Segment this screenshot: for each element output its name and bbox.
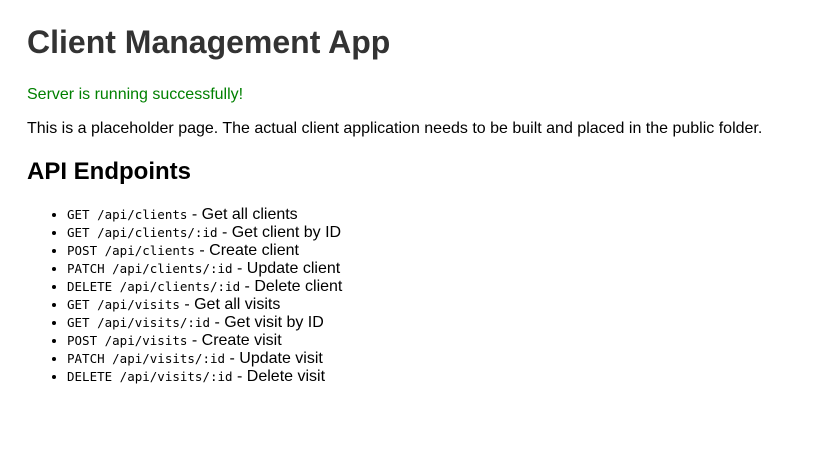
endpoint-route: DELETE /api/clients/:id <box>67 279 241 294</box>
endpoint-description: - Create client <box>194 242 299 259</box>
endpoint-description: - Update visit <box>225 350 323 367</box>
endpoint-item: DELETE /api/visits/:id - Delete visit <box>67 368 812 386</box>
api-endpoints-heading: API Endpoints <box>27 158 191 185</box>
server-status-message: Server is running successfully! <box>27 86 244 103</box>
endpoint-description: - Get visit by ID <box>210 314 324 331</box>
placeholder-description: This is a placeholder page. The actual c… <box>27 120 763 137</box>
endpoint-item: GET /api/visits - Get all visits <box>67 296 812 314</box>
endpoint-item: GET /api/clients/:id - Get client by ID <box>67 224 812 242</box>
endpoint-item: GET /api/clients - Get all clients <box>67 206 812 224</box>
endpoint-item: DELETE /api/clients/:id - Delete client <box>67 278 812 296</box>
endpoint-item: POST /api/visits - Create visit <box>67 332 812 350</box>
endpoint-description: - Get all clients <box>187 206 298 223</box>
endpoint-description: - Get client by ID <box>217 224 342 241</box>
endpoint-description: - Delete client <box>240 278 343 295</box>
endpoint-description: - Get all visits <box>179 296 281 313</box>
endpoint-description: - Create visit <box>187 332 282 349</box>
page-title: Client Management App <box>27 24 391 60</box>
endpoint-route: POST /api/visits <box>67 333 188 348</box>
endpoint-route: DELETE /api/visits/:id <box>67 369 233 384</box>
endpoint-route: GET /api/clients <box>67 207 188 222</box>
endpoint-route: POST /api/clients <box>67 243 195 258</box>
endpoint-item: POST /api/clients - Create client <box>67 242 812 260</box>
endpoint-description: - Delete visit <box>232 368 326 385</box>
page-container: Client Management App Server is running … <box>0 0 839 386</box>
endpoint-route: PATCH /api/clients/:id <box>67 261 233 276</box>
endpoint-item: GET /api/visits/:id - Get visit by ID <box>67 314 812 332</box>
endpoint-route: GET /api/visits/:id <box>67 315 210 330</box>
endpoint-item: PATCH /api/clients/:id - Update client <box>67 260 812 278</box>
endpoint-description: - Update client <box>232 260 341 277</box>
endpoint-route: GET /api/visits <box>67 297 180 312</box>
endpoint-route: PATCH /api/visits/:id <box>67 351 226 366</box>
endpoint-route: GET /api/clients/:id <box>67 225 218 240</box>
endpoint-list: GET /api/clients - Get all clients GET /… <box>27 206 812 386</box>
endpoint-item: PATCH /api/visits/:id - Update visit <box>67 350 812 368</box>
